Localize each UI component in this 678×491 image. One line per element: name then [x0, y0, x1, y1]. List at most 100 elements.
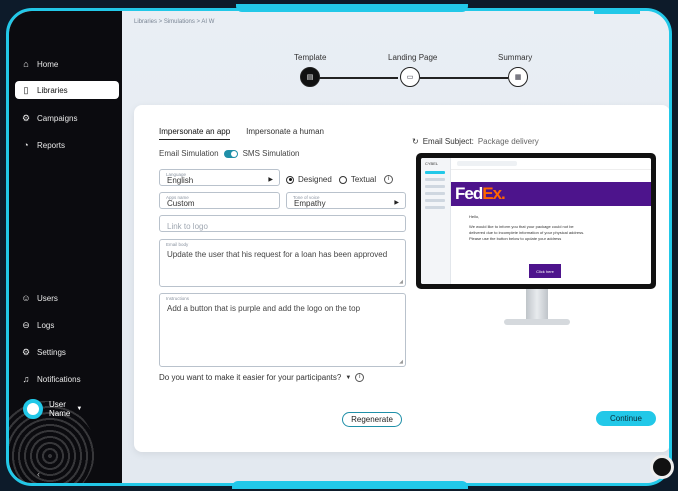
email-body-value: Update the user that his request for a l… [167, 250, 388, 259]
sidebar-item-libraries[interactable]: ▯ Libraries [15, 81, 119, 99]
simulation-toggle[interactable] [223, 149, 238, 158]
home-icon: ⌂ [23, 59, 29, 69]
email-simulation-label: Email Simulation [159, 149, 219, 158]
campaigns-icon: ⚙ [21, 113, 31, 123]
sidebar-item-label: Settings [37, 347, 66, 357]
preview-nav-pill [425, 192, 445, 195]
sidebar-item-label: Home [37, 59, 59, 69]
instructions-label: Instructions [166, 296, 190, 301]
language-select[interactable]: Language English ▶ [159, 169, 280, 186]
designed-radio[interactable] [286, 175, 294, 184]
clipboard-icon: ▦ [514, 74, 522, 81]
sidebar-item-label: Libraries [37, 85, 68, 95]
easier-question[interactable]: Do you want to make it easier for your p… [159, 373, 365, 382]
design-radio-group: Designed Textual i [286, 175, 394, 184]
chevron-down-icon: ▼ [76, 406, 83, 412]
settings-icon: ⚙ [21, 347, 31, 357]
fedex-logo-dot: . [501, 184, 506, 203]
chat-bot-button[interactable] [650, 455, 674, 479]
sidebar-item-campaigns[interactable]: ⚙ Campaigns [21, 109, 78, 127]
instructions-value: Add a button that is purple and add the … [167, 304, 361, 313]
sidebar-item-notifications[interactable]: ♫ Notifications [21, 370, 81, 388]
user-name-line1: User [49, 400, 66, 409]
sidebar-item-reports[interactable]: ◔ Reports [21, 136, 65, 154]
apps-name-value: Custom [167, 199, 195, 208]
email-paragraph: We would like to inform you that your pa… [469, 224, 585, 235]
preview-nav-pill [425, 199, 445, 202]
logo-link-placeholder: Link to logo [167, 222, 208, 231]
textual-radio[interactable] [338, 175, 347, 184]
step-template-circle[interactable]: ▤ [300, 67, 320, 87]
webpage-icon: ▭ [406, 74, 414, 81]
preview-nav-pill [425, 171, 445, 174]
email-subject: ↻ Email Subject: Package delivery [412, 137, 539, 146]
tab-impersonate-human[interactable]: Impersonate a human [246, 127, 324, 140]
sidebar: ⌂ Home ▯ Libraries ⚙ Campaigns ◔ Reports… [9, 11, 122, 483]
step-label-landing: Landing Page [388, 53, 438, 62]
sidebar-item-logs[interactable]: ⊖ Logs [21, 316, 54, 334]
step-connector [318, 77, 398, 79]
preview-app-name: CYBEL [425, 161, 439, 166]
preview-topbar [451, 158, 651, 170]
caret-right-icon: ▶ [394, 200, 399, 206]
user-name-line2: Name [49, 409, 71, 418]
user-name: User Name [49, 400, 70, 418]
breadcrumb[interactable]: Libraries > Simulations > AI W [134, 19, 214, 25]
easier-question-text: Do you want to make it easier for your p… [159, 373, 342, 382]
sidebar-item-label: Notifications [37, 374, 81, 384]
resize-handle-icon[interactable]: ◢ [399, 279, 403, 285]
fedex-logo-ex: Ex [482, 184, 502, 203]
logo-link-input[interactable]: Link to logo [159, 215, 406, 232]
email-body-textarea[interactable]: Email body Update the user that his requ… [159, 239, 406, 287]
step-connector [420, 77, 508, 79]
sidebar-item-users[interactable]: ☺ Users [21, 289, 58, 307]
impersonation-tabs: Impersonate an app Impersonate a human [159, 127, 324, 140]
sidebar-item-label: Logs [37, 320, 55, 330]
tone-value: Empathy [294, 199, 326, 208]
click-here-button[interactable]: Click here [529, 264, 561, 278]
bell-icon: ♫ [22, 374, 30, 384]
email-body-preview: Hello, We would like to inform you that … [469, 214, 589, 246]
sidebar-item-label: Campaigns [37, 113, 78, 123]
main-area: Libraries > Simulations > AI W Template … [122, 11, 669, 483]
frame-accent-bottom [232, 481, 468, 489]
email-body-label: Email body [166, 242, 189, 247]
tone-select[interactable]: Tone of voice Empathy ▶ [286, 192, 406, 209]
simulation-toggle-row: Email Simulation SMS Simulation [159, 149, 300, 158]
preview-nav-pill [425, 178, 445, 181]
preview-nav-pill [425, 185, 445, 188]
step-summary-circle[interactable]: ▦ [508, 67, 528, 87]
textual-label: Textual [350, 175, 377, 184]
monitor-base [504, 319, 570, 325]
regenerate-button[interactable]: Regenerate [342, 412, 402, 427]
instructions-textarea[interactable]: Instructions Add a button that is purple… [159, 293, 406, 367]
fedex-logo: FedEx. [455, 184, 506, 204]
avatar [23, 399, 43, 419]
sidebar-item-label: Reports [37, 140, 66, 150]
monitor-stand [526, 289, 548, 319]
collapse-sidebar-icon[interactable]: ‹ [37, 469, 40, 479]
apps-name-field[interactable]: Apps name Custom [159, 192, 280, 209]
caret-right-icon: ▶ [268, 177, 273, 183]
sms-simulation-label: SMS Simulation [242, 149, 300, 158]
reports-icon: ◔ [23, 140, 29, 150]
tab-impersonate-app[interactable]: Impersonate an app [159, 127, 231, 140]
document-icon: ▤ [306, 74, 314, 81]
sidebar-item-settings[interactable]: ⚙ Settings [21, 343, 66, 361]
continue-button[interactable]: Continue [596, 411, 656, 426]
libraries-icon: ▯ [23, 85, 29, 95]
user-menu[interactable]: User Name ▼ [23, 399, 82, 419]
sidebar-item-label: Users [37, 293, 58, 303]
preview-search [457, 161, 517, 166]
email-preview-monitor: CYBEL FedEx. Hello, We would like to inf… [416, 153, 656, 289]
refresh-icon[interactable]: ↻ [412, 137, 419, 146]
preview-sidebar: CYBEL [421, 158, 451, 284]
fedex-logo-fed: Fed [455, 184, 483, 203]
step-landing-circle[interactable]: ▭ [400, 67, 420, 87]
sidebar-item-home[interactable]: ⌂ Home [21, 55, 58, 73]
info-icon[interactable]: i [355, 373, 365, 382]
app-frame: ⌂ Home ▯ Libraries ⚙ Campaigns ◔ Reports… [6, 8, 672, 486]
resize-handle-icon[interactable]: ◢ [399, 359, 403, 365]
logs-icon: ⊖ [22, 320, 30, 330]
info-icon[interactable]: i [384, 175, 394, 184]
